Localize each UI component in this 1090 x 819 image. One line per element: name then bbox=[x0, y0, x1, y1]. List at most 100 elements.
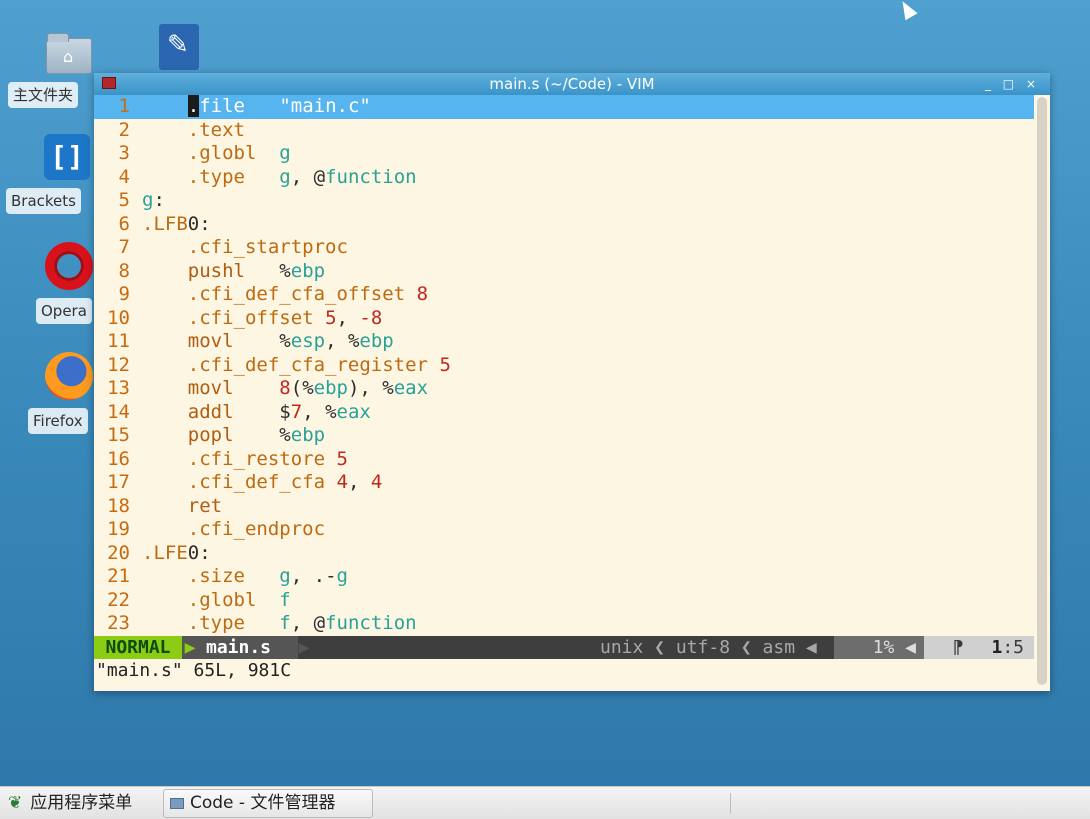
code-line[interactable]: 16 .cfi_restore 5 bbox=[94, 448, 1034, 472]
window-title: main.s (~/Code) - VIM bbox=[489, 75, 655, 93]
line-number: 5 bbox=[118, 189, 130, 211]
close-button[interactable]: × bbox=[1026, 77, 1040, 91]
line-number: 6 bbox=[118, 212, 130, 235]
code-line[interactable]: 21 .size g, .-g bbox=[94, 565, 1034, 589]
code-token: 8 bbox=[416, 283, 429, 305]
line-number: 16 bbox=[107, 447, 130, 470]
desktop-icon-label: 主文件夹 bbox=[8, 82, 79, 108]
code-token: .type bbox=[187, 612, 245, 634]
maximize-button[interactable]: □ bbox=[1003, 77, 1018, 91]
desktop-icon-editor[interactable] bbox=[148, 24, 210, 70]
vim-app-icon[interactable] bbox=[102, 77, 116, 89]
code-line[interactable]: 3 .globl g bbox=[94, 142, 1034, 166]
code-line[interactable]: 12 .cfi_def_cfa_register 5 bbox=[94, 354, 1034, 378]
scrollbar[interactable] bbox=[1037, 97, 1047, 685]
line-number: 21 bbox=[107, 565, 130, 587]
text-editor-icon bbox=[159, 24, 199, 70]
code-line[interactable]: 22 .globl f bbox=[94, 589, 1034, 613]
code-line[interactable]: 19 .cfi_endproc bbox=[94, 518, 1034, 542]
code-token: .LFB bbox=[142, 212, 188, 235]
code-line[interactable]: 15 popl %ebp bbox=[94, 424, 1034, 448]
code-token: .LFE bbox=[142, 541, 188, 564]
statusline-separator: ▶ bbox=[182, 636, 198, 659]
code-token: 5 bbox=[336, 447, 348, 470]
minimize-button[interactable]: _ bbox=[985, 77, 995, 91]
code-line[interactable]: 13 movl 8(%ebp), %eax bbox=[94, 377, 1034, 401]
leaf-icon: ❦ bbox=[8, 793, 23, 813]
code-token: ebp bbox=[313, 377, 348, 399]
window-titlebar[interactable]: main.s (~/Code) - VIM _ □ × bbox=[94, 73, 1050, 95]
line-number: 3 bbox=[118, 142, 130, 164]
code-token: . bbox=[187, 95, 200, 117]
code-line[interactable]: 17 .cfi_def_cfa 4, 4 bbox=[94, 471, 1034, 495]
vim-statusline: NORMAL ▶ main.s ▶ unix ❮ utf-8 ❮ asm ◀ 1… bbox=[94, 636, 1034, 659]
mode-indicator: NORMAL bbox=[94, 636, 182, 659]
code-token: 5 bbox=[325, 306, 337, 329]
code-token: .globl bbox=[187, 588, 257, 611]
code-line[interactable]: 9 .cfi_def_cfa_offset 8 bbox=[94, 283, 1034, 307]
taskbar-window-button[interactable]: Code - 文件管理器 bbox=[163, 789, 373, 818]
code-token: popl bbox=[187, 424, 234, 446]
code-token: "main.c" bbox=[279, 95, 371, 117]
code-line[interactable]: 8 pushl %ebp bbox=[94, 260, 1034, 284]
code-line[interactable]: 11 movl %esp, %ebp bbox=[94, 330, 1034, 354]
code-token: g bbox=[279, 165, 291, 188]
code-line[interactable]: 4 .type g, @function bbox=[94, 166, 1034, 190]
code-line[interactable]: 5 g: bbox=[94, 189, 1034, 213]
command-line[interactable]: "main.s" 65L, 981C bbox=[94, 659, 291, 683]
code-line[interactable]: 10 .cfi_offset 5, -8 bbox=[94, 307, 1034, 331]
code-token: ebp bbox=[290, 259, 326, 282]
line-number: 12 bbox=[107, 353, 130, 376]
line-number-icon: ⁋ bbox=[952, 637, 964, 658]
code-line[interactable]: 14 addl $7, %eax bbox=[94, 401, 1034, 425]
code-line[interactable]: 7 .cfi_startproc bbox=[94, 236, 1034, 260]
code-line[interactable]: 18 ret bbox=[94, 495, 1034, 519]
desktop-icon-home[interactable]: ⌂ 主文件夹 bbox=[8, 30, 100, 108]
code-token: , bbox=[336, 306, 360, 329]
taskbar-separator bbox=[730, 793, 731, 814]
desktop-icon-opera[interactable]: Opera bbox=[36, 242, 100, 324]
desktop-icon-brackets[interactable]: [] Brackets bbox=[6, 134, 98, 214]
line-number: 17 bbox=[107, 471, 130, 493]
folder-icon bbox=[170, 797, 184, 809]
code-token: g bbox=[279, 142, 291, 164]
line-number: 11 bbox=[107, 330, 130, 352]
code-token: .cfi_startproc bbox=[187, 236, 348, 258]
code-token: % bbox=[279, 330, 291, 352]
code-line[interactable]: 1 .file "main.c" bbox=[94, 95, 1034, 119]
code-token: @ bbox=[313, 165, 326, 188]
code-line[interactable]: 23 .type f, @function bbox=[94, 612, 1034, 635]
line-number: 10 bbox=[107, 306, 130, 329]
code-line[interactable]: 20 .LFE0: bbox=[94, 542, 1034, 566]
cursor-column: :5 bbox=[1002, 637, 1024, 658]
code-token: ebp bbox=[359, 330, 394, 352]
vim-window[interactable]: main.s (~/Code) - VIM _ □ × 1 .file "mai… bbox=[94, 73, 1050, 691]
desktop-icon-firefox[interactable]: Firefox bbox=[28, 352, 100, 434]
applications-menu-button[interactable]: ❦ 应用程序菜单 bbox=[8, 787, 132, 819]
code-line[interactable]: 2 .text bbox=[94, 119, 1034, 143]
code-token: , % bbox=[302, 400, 337, 423]
code-token: .- bbox=[313, 565, 337, 587]
applications-menu-label: 应用程序菜单 bbox=[30, 793, 133, 813]
editor-buffer[interactable]: 1 .file "main.c" 2 .text 3 .globl g4 .type… bbox=[94, 95, 1034, 635]
code-line[interactable]: 6 .LFB0: bbox=[94, 213, 1034, 237]
